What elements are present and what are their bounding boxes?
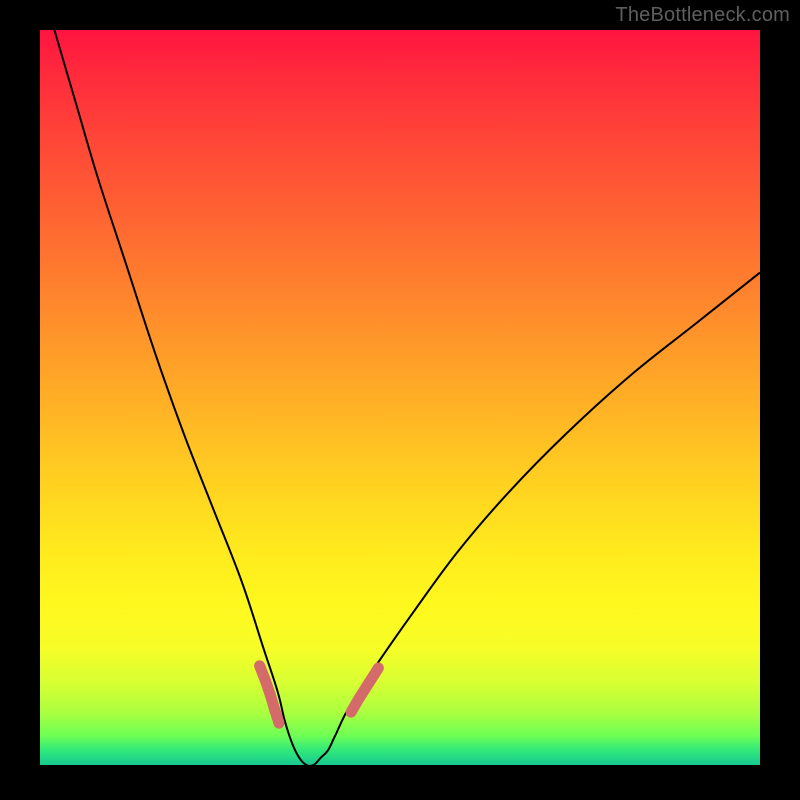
chart-overlay (40, 30, 760, 765)
bottleneck-curve (54, 30, 760, 765)
valley-markers-right (351, 668, 378, 712)
valley-marker-segment (275, 710, 279, 723)
chart-stage: TheBottleneck.com (0, 0, 800, 800)
valley-markers-left (260, 666, 279, 723)
valley-marker-segment (369, 668, 378, 683)
watermark-text: TheBottleneck.com (615, 4, 790, 27)
